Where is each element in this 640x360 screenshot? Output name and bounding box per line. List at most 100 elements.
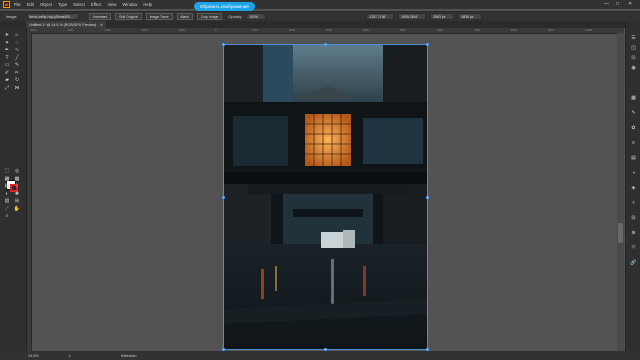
swatches-icon[interactable]: ▦ (630, 95, 637, 101)
blend-icon[interactable]: ◐ (3, 191, 11, 197)
line-icon[interactable]: ╱ (13, 55, 21, 61)
lasso-icon[interactable]: ◌ (13, 40, 21, 46)
mask-button[interactable]: Mask (176, 13, 193, 20)
scale-icon[interactable]: ⤢ (3, 85, 11, 91)
resize-handle-right[interactable] (426, 196, 429, 199)
menu-help[interactable]: Help (143, 2, 152, 7)
maximize-icon[interactable]: □ (616, 1, 619, 7)
artboard-number[interactable]: 1 (69, 354, 71, 358)
menu-view[interactable]: View (107, 2, 116, 7)
free-transform-icon[interactable]: ⬚ (3, 168, 11, 174)
linked-file-name[interactable]: kevin-vallty-HqLgSbmaWD... (26, 13, 79, 20)
opacity-field[interactable]: 100% (246, 13, 267, 20)
current-tool-label: Selection (120, 353, 137, 358)
ruler-tick-label: -2000 (141, 29, 148, 32)
properties-icon[interactable]: ☰ (630, 35, 637, 41)
hand-icon[interactable]: ✋ (13, 206, 21, 212)
vertical-scrollbar[interactable] (617, 33, 624, 351)
menu-file[interactable]: File (14, 2, 21, 7)
resize-handle-left[interactable] (222, 196, 225, 199)
stroke-icon[interactable]: ≡ (630, 140, 637, 146)
scrollbar-thumb[interactable] (618, 223, 623, 243)
perspective-icon[interactable]: ▦ (3, 176, 11, 182)
status-bar: 14.5% 1 Selection (0, 351, 640, 360)
image-trace-button[interactable]: Image Trace (145, 13, 173, 20)
shape-builder-icon[interactable]: ◎ (13, 168, 21, 174)
width-field[interactable]: 3563 px (430, 13, 455, 20)
ruler-tick-label: -1000 (178, 29, 185, 32)
rectangle-icon[interactable]: ▭ (3, 62, 11, 68)
ruler-tick-label: 1000 (252, 29, 258, 32)
mesh-icon[interactable]: ▩ (13, 176, 21, 182)
menu-edit[interactable]: Edit (27, 2, 34, 7)
resize-handle-top[interactable] (324, 43, 327, 46)
pencil-icon[interactable]: ✏ (13, 70, 21, 76)
gradient-panel-icon[interactable]: ▤ (630, 155, 637, 161)
unembed-button[interactable]: Unembed (88, 13, 112, 20)
height-field[interactable]: 4836 px (458, 13, 483, 20)
resize-handle-top-left[interactable] (222, 43, 225, 46)
artboard-icon[interactable]: ⊞ (13, 198, 21, 204)
document-tab[interactable]: Untitled-1* @ 14.5 % (RGB/GPU Preview) ✕ (26, 21, 106, 28)
resize-handle-top-right[interactable] (426, 43, 429, 46)
zoom-icon[interactable]: ⌕ (3, 213, 11, 219)
menu-select[interactable]: Select (73, 2, 85, 7)
type-icon[interactable]: T (3, 55, 11, 61)
ruler-tick-label: 10000 (585, 29, 593, 32)
tools-panel: ➤ ▹ ✦ ◌ ✒ ∿ T ╱ ▭ ✎ ✐ ✏ ▰ ↻ ⤢ ⋈ ⬚ ◎ ▦ ▩ ▤ ⌇ ◐ ✺ ▥ ⊞ ⟋ ✋ ⌕ (0, 28, 27, 351)
transform-icon[interactable]: ⤧ (630, 245, 637, 251)
brushes-icon[interactable]: ✎ (630, 110, 637, 116)
symbol-sprayer-icon[interactable]: ✺ (13, 191, 21, 197)
ruler-tick-label: -5000 (30, 29, 37, 32)
menu-type[interactable]: Type (58, 2, 67, 7)
y-field[interactable]: 1995.2616 (398, 13, 427, 20)
right-panel-dock: ☰ ◫ ⊡ ◉ ▦ ✎ ✿ ≡ ▤ ◑ ◈ ✧ ⊟ ⊕ ⤧ 🔗 (625, 21, 640, 351)
ruler-tick-label: -3000 (104, 29, 111, 32)
color-icon[interactable]: ◉ (630, 65, 637, 71)
slice-icon[interactable]: ⟋ (3, 206, 11, 212)
eraser-icon[interactable]: ▰ (3, 77, 11, 83)
layers-icon[interactable]: ◫ (630, 45, 637, 51)
crop-image-button[interactable]: Crop Image (196, 13, 223, 20)
graphic-styles-icon[interactable]: ✧ (630, 200, 637, 206)
close-window-icon[interactable]: ✕ (628, 1, 632, 7)
width-icon[interactable]: ⋈ (13, 85, 21, 91)
selection-bounding-box[interactable] (223, 44, 428, 350)
pathfinder-icon[interactable]: ⊕ (630, 230, 637, 236)
selection-icon[interactable]: ➤ (3, 32, 11, 38)
eyedropper-icon[interactable]: ⌇ (13, 183, 21, 189)
shaper-icon[interactable]: ✐ (3, 70, 11, 76)
appearance-icon[interactable]: ◈ (630, 185, 637, 191)
menu-object[interactable]: Object (40, 2, 52, 7)
direct-selection-icon[interactable]: ▹ (13, 32, 21, 38)
horizontal-ruler: -5000 -4000 -3000 -2000 -1000 0 1000 2000 3000 40… (26, 28, 624, 34)
ruler-tick-label: 2000 (289, 29, 295, 32)
zoom-level[interactable]: 14.5% (28, 354, 39, 358)
document-tab-title: Untitled-1* @ 14.5 % (RGB/GPU Preview) (29, 22, 97, 27)
rotate-icon[interactable]: ↻ (13, 77, 21, 83)
menu-effect[interactable]: Effect (91, 2, 102, 7)
ruler-tick-label: 6000 (437, 29, 443, 32)
libraries-icon[interactable]: ⊡ (630, 55, 637, 61)
links-icon[interactable]: 🔗 (630, 260, 637, 266)
curvature-icon[interactable]: ∿ (13, 47, 21, 53)
magic-wand-icon[interactable]: ✦ (3, 40, 11, 46)
ruler-tick-label: 9000 (548, 29, 554, 32)
ruler-tick-label: 5000 (400, 29, 406, 32)
menu-window[interactable]: Window (122, 2, 137, 7)
transparency-icon[interactable]: ◑ (630, 170, 637, 176)
ruler-tick-label: 7000 (474, 29, 480, 32)
menu-bar: Ai File Edit Object Type Select Effect V… (0, 0, 640, 9)
gradient-icon[interactable]: ▤ (3, 183, 11, 189)
align-icon[interactable]: ⊟ (630, 215, 637, 221)
paintbrush-icon[interactable]: ✎ (13, 62, 21, 68)
x-field[interactable]: 1257.7136 (366, 13, 395, 20)
document-tab-bar: Untitled-1* @ 14.5 % (RGB/GPU Preview) ✕ (0, 21, 640, 28)
pen-icon[interactable]: ✒ (3, 47, 11, 53)
symbols-icon[interactable]: ✿ (630, 125, 637, 131)
close-tab-icon[interactable]: ✕ (100, 23, 103, 27)
minimize-icon[interactable]: — (604, 1, 609, 7)
ruler-tick-label: 0 (215, 29, 217, 32)
edit-original-button[interactable]: Edit Original (115, 13, 142, 20)
graph-icon[interactable]: ▥ (3, 198, 11, 204)
